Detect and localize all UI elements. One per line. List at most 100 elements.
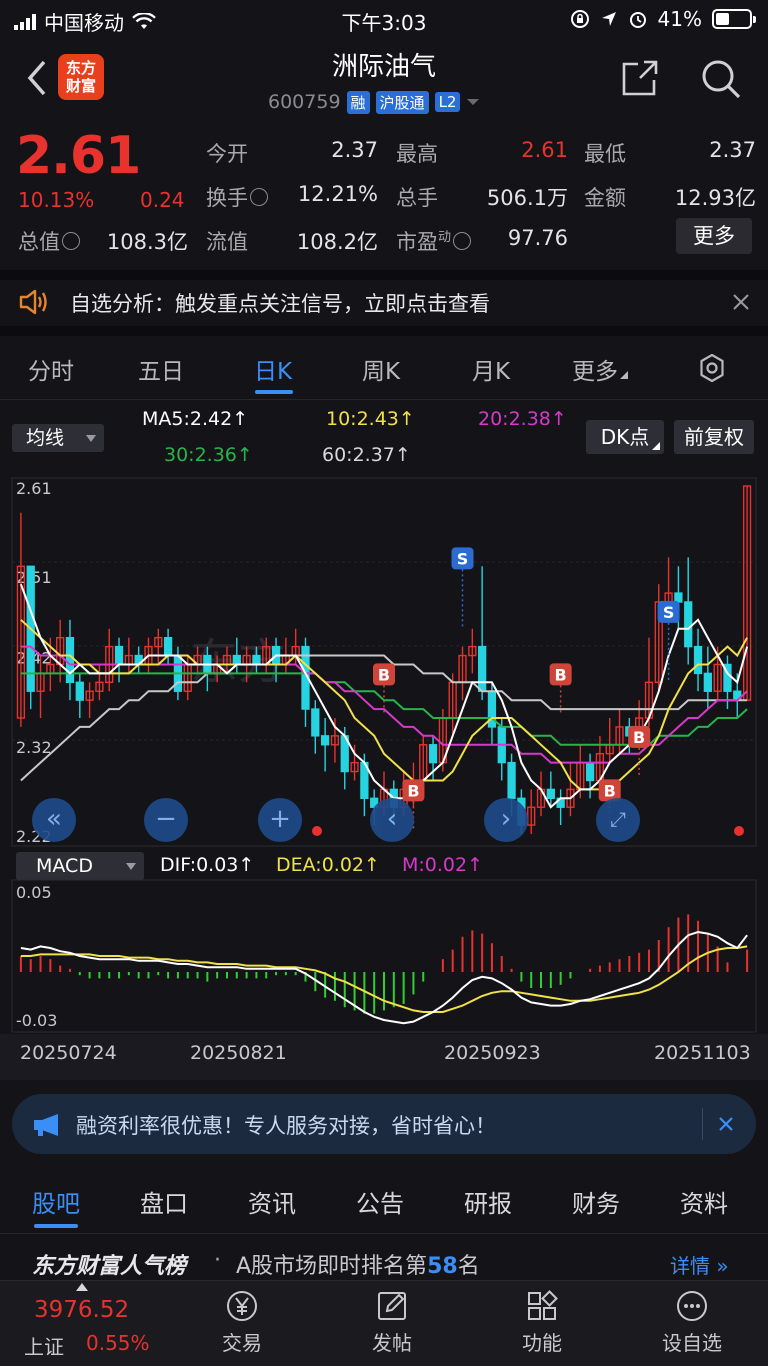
rank-detail-link[interactable]: 详情 » <box>670 1250 729 1279</box>
sell-signal-label: S <box>663 603 675 622</box>
candle-body <box>163 636 173 657</box>
quote-panel: 2.61 10.13% 0.24 今开 2.37 最高 2.61 最低 2.37… <box>0 122 768 270</box>
dropdown-icon <box>467 99 480 105</box>
up-triangle-icon <box>76 1283 88 1291</box>
date-label: 20250923 <box>444 1042 541 1064</box>
zoom-in-icon[interactable]: + <box>258 798 302 842</box>
analysis-notice[interactable]: 自选分析：触发重点关注信号，立即点击查看 <box>0 278 768 326</box>
level2-tag: L2 <box>434 92 461 112</box>
macd-chart[interactable]: 0.05 -0.03 <box>0 878 768 1034</box>
dea-legend: DEA:0.02↑ <box>276 854 380 876</box>
period-tabs: 分时 五日 日K 周K 月K 更多 <box>0 336 768 400</box>
speaker-icon <box>19 289 47 315</box>
popularity-rank[interactable]: 东方财富人气榜 · A股市场即时排名第58名 详情 » <box>0 1244 768 1280</box>
date-label: 20250821 <box>190 1042 287 1064</box>
tab-financials[interactable]: 财务 <box>572 1184 620 1219</box>
nav-trade[interactable]: 交易 <box>192 1289 292 1356</box>
ma60-legend: 60:2.37↑ <box>322 444 411 466</box>
tab-weekly-k[interactable]: 周K <box>362 352 400 386</box>
tab-more[interactable]: 更多 <box>572 352 628 386</box>
mktcap-label[interactable]: 总值 <box>18 226 80 256</box>
settings-gear-icon[interactable] <box>696 352 728 384</box>
index-name: 上证 <box>24 1335 64 1359</box>
index-value[interactable]: 3976.52 <box>34 1297 129 1323</box>
index-change: 0.55% <box>86 1331 150 1355</box>
y-tick-label: -0.03 <box>16 1011 57 1030</box>
buy-signal-label: B <box>378 665 390 684</box>
connect-tag: 沪股通 <box>375 90 429 114</box>
corner-triangle-icon <box>652 442 660 450</box>
more-button[interactable]: 更多 <box>676 218 752 254</box>
share-icon[interactable] <box>620 58 660 98</box>
turnover-label[interactable]: 换手 <box>206 182 268 212</box>
date-label: 20251103 <box>654 1042 751 1064</box>
ma-indicator-select[interactable]: 均线 <box>12 424 104 452</box>
candle-body <box>674 592 683 603</box>
pe-label[interactable]: 市盈动 <box>396 226 472 256</box>
tab-profile[interactable]: 资料 <box>680 1184 728 1219</box>
search-icon[interactable] <box>700 58 742 100</box>
dk-point-button[interactable]: DK点 <box>586 420 664 454</box>
buy-signal-label: B <box>633 728 645 747</box>
tab-five-day[interactable]: 五日 <box>138 352 184 386</box>
tab-intraday[interactable]: 分时 <box>28 352 74 386</box>
candle-body <box>546 788 555 800</box>
scroll-left-icon[interactable]: ‹ <box>370 798 414 842</box>
stock-code-row[interactable]: 600759 融 沪股通 L2 <box>268 90 480 114</box>
content-tabs: 股吧 盘口 资讯 公告 研报 财务 资料 <box>0 1168 768 1234</box>
sub-indicator-select[interactable]: MACD <box>16 852 144 880</box>
low-value: 2.37 <box>709 138 756 162</box>
candle-body <box>232 654 241 666</box>
battery-percent: 41% <box>657 7 702 31</box>
nav-post[interactable]: 发帖 <box>342 1289 442 1356</box>
tab-forum[interactable]: 股吧 <box>32 1184 80 1219</box>
candle-body <box>65 636 75 684</box>
date-label: 20250724 <box>20 1042 117 1064</box>
bottom-nav: 3976.52 上证 0.55% 交易 发帖 功能 设自选 <box>0 1280 768 1366</box>
divider <box>0 326 768 336</box>
tab-news[interactable]: 资讯 <box>248 1184 296 1219</box>
close-icon[interactable] <box>718 1116 734 1132</box>
promo-banner[interactable]: 融资利率很优惠！专人服务对接，省时省心！ <box>12 1094 756 1154</box>
candle-body <box>75 681 84 701</box>
location-icon <box>601 12 616 26</box>
tab-announcements[interactable]: 公告 <box>356 1184 404 1219</box>
ma30-legend: 30:2.36↑ <box>164 444 253 466</box>
candle-body <box>114 645 124 666</box>
y-tick-label: 2.32 <box>16 738 52 757</box>
forward-adjust-button[interactable]: 前复权 <box>674 420 754 454</box>
candlestick-chart[interactable]: 东方 2.612.512.422.322.22 BBSBBBS <box>0 470 768 854</box>
status-bar: 中国移动 下午3:03 41% <box>0 0 768 40</box>
info-icon <box>453 232 472 250</box>
margin-tag: 融 <box>346 90 370 114</box>
corner-triangle-icon <box>620 371 628 379</box>
ma5-legend: MA5:2.42↑ <box>142 408 249 430</box>
active-tab-indicator <box>34 1224 78 1228</box>
float-cap-label: 流值 <box>206 230 248 254</box>
alarm-icon <box>629 12 646 28</box>
tab-monthly-k[interactable]: 月K <box>472 352 510 386</box>
macd-m-legend: M:0.02↑ <box>402 854 484 876</box>
tab-order-book[interactable]: 盘口 <box>140 1184 188 1219</box>
scroll-right-icon[interactable]: › <box>484 798 528 842</box>
stock-code: 600759 <box>268 91 341 113</box>
orientation-lock-icon <box>570 10 589 28</box>
dropdown-icon <box>126 863 136 870</box>
turnover-value: 12.21% <box>297 182 378 206</box>
tab-daily-k[interactable]: 日K <box>254 352 292 386</box>
rank-brand: 东方财富人气榜 <box>32 1254 187 1279</box>
nav-functions[interactable]: 功能 <box>492 1289 592 1356</box>
candle-body <box>684 601 693 648</box>
zoom-out-icon[interactable]: − <box>144 798 188 842</box>
tab-research[interactable]: 研报 <box>464 1184 512 1219</box>
low-label: 最低 <box>584 142 626 166</box>
candle-body <box>487 690 497 728</box>
dif-legend: DIF:0.03↑ <box>160 854 255 876</box>
info-icon <box>62 232 80 250</box>
candle-body <box>585 761 595 782</box>
fullscreen-icon[interactable]: ⤢ <box>596 798 640 842</box>
rewind-icon[interactable]: « <box>32 798 76 842</box>
close-icon[interactable] <box>732 293 750 311</box>
divider <box>702 1108 703 1140</box>
nav-add-watchlist[interactable]: 设自选 <box>642 1289 742 1356</box>
